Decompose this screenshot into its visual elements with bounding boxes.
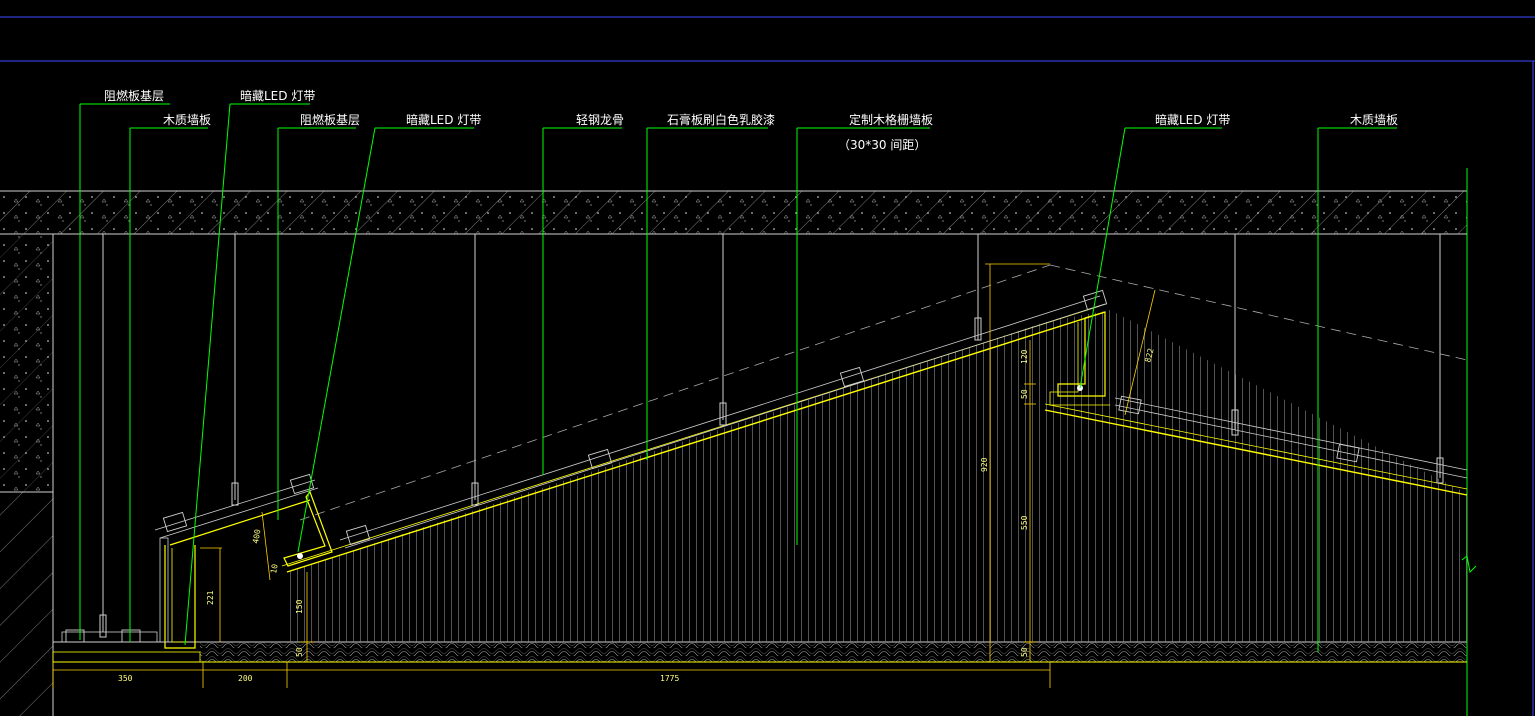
dim-200: 200 <box>238 674 253 683</box>
label-wood-panel-right: 木质墙板 <box>1350 113 1398 127</box>
dim-50-right-b: 50 <box>1020 647 1029 657</box>
left-wall <box>0 234 54 716</box>
label-wood-grille: 定制木格栅墙板 <box>849 112 933 127</box>
dim-1775: 1775 <box>660 674 679 683</box>
dim-221: 221 <box>206 590 215 605</box>
label-led-mid: 暗藏LED 灯带 <box>406 112 481 127</box>
label-flame-base-mid: 阻燃板基层 <box>300 112 360 127</box>
label-led-right: 暗藏LED 灯带 <box>1155 112 1230 127</box>
floor-finish <box>52 641 1467 663</box>
dim-550: 550 <box>1020 515 1029 530</box>
label-steel-keel: 轻钢龙骨 <box>576 113 624 127</box>
dim-400: 400 <box>251 528 262 544</box>
dim-50-right-a: 50 <box>1020 389 1029 399</box>
label-wood-grille-spacing: （30*30 间距） <box>838 138 926 152</box>
dim-10: 10 <box>269 563 280 574</box>
dim-920: 920 <box>980 457 989 472</box>
wood-grille-wall <box>287 310 1470 642</box>
dim-350: 350 <box>118 674 133 683</box>
label-wood-panel-left: 木质墙板 <box>163 113 211 127</box>
label-gypsum-paint: 石膏板刷白色乳胶漆 <box>667 112 775 127</box>
callout-labels: 阻燃板基层 暗藏LED 灯带 木质墙板 阻燃板基层 暗藏LED 灯带 轻钢龙骨 … <box>104 88 1398 152</box>
dim-150: 150 <box>295 599 304 614</box>
dim-120: 120 <box>1020 349 1029 364</box>
cad-section-drawing: 阻燃板基层 暗藏LED 灯带 木质墙板 阻燃板基层 暗藏LED 灯带 轻钢龙骨 … <box>0 16 1535 716</box>
label-led-left-top: 暗藏LED 灯带 <box>240 88 315 103</box>
label-flame-base-left: 阻燃板基层 <box>104 88 164 103</box>
dim-50-left: 50 <box>295 647 304 657</box>
